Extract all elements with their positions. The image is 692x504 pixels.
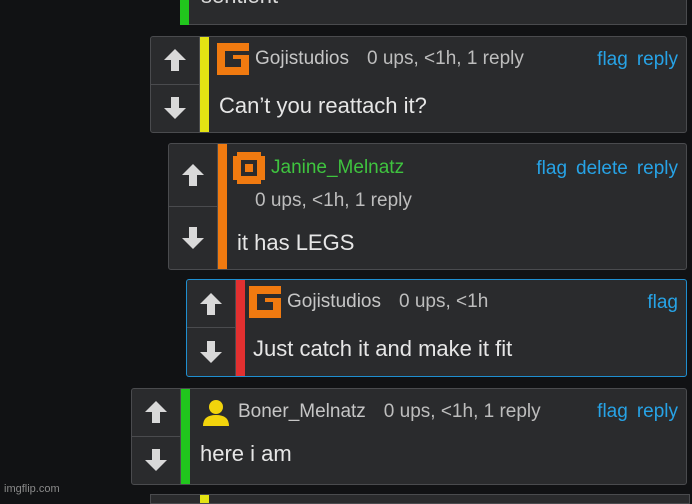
comment-depth-bar [236,280,245,376]
comment: Gojistudios 0 ups, <1h, 1 reply flag rep… [150,36,687,133]
orange-g-avatar[interactable] [217,43,249,75]
reply-link[interactable]: reply [637,401,678,423]
flag-link[interactable]: flag [536,158,567,180]
comment-text: here i am [200,441,292,466]
username-link[interactable]: Gojistudios [287,291,381,313]
downvote-button[interactable] [169,207,217,270]
arrow-down-icon [164,97,186,120]
vote-box [132,389,181,484]
vote-box [187,280,236,376]
flag-link[interactable]: flag [597,401,628,423]
reply-link[interactable]: reply [637,49,678,71]
downvote-button[interactable] [132,437,180,485]
comment-text: Just catch it and make it fit [253,336,513,361]
comment-meta: 0 ups, <1h, 1 reply [255,190,412,211]
comment-highlighted: Gojistudios 0 ups, <1h flag Just catch i… [186,279,687,377]
partial-comment-bottom [150,494,690,504]
username-link[interactable]: Janine_Melnatz [271,157,404,179]
arrow-down-icon [182,226,204,249]
username-link[interactable]: Boner_Melnatz [238,401,366,423]
comment-depth-bar [218,144,227,269]
orange-g-avatar[interactable] [249,286,281,318]
flag-link[interactable]: flag [647,292,678,314]
delete-link[interactable]: delete [576,158,628,180]
comment-meta: 0 ups, <1h, 1 reply [383,401,541,422]
upvote-button[interactable] [132,389,180,437]
comment-depth-bar [180,0,189,25]
arrow-down-icon [200,341,222,363]
arrow-down-icon [145,449,167,472]
yellow-user-avatar[interactable] [200,396,232,428]
comment-text: it has LEGS [237,230,355,255]
flag-link[interactable]: flag [597,49,628,71]
watermark: imgflip.com [4,483,60,495]
arrow-up-icon [200,292,222,315]
arrow-up-icon [164,49,186,72]
upvote-button[interactable] [151,37,199,85]
comment-text: sentient [201,0,278,9]
arrow-up-icon [182,163,204,186]
username-link[interactable]: Gojistudios [255,48,349,70]
orange-square-avatar[interactable] [233,152,265,184]
arrow-up-icon [145,401,167,424]
upvote-button[interactable] [187,280,235,328]
vote-box [169,144,218,269]
comment-meta: 0 ups, <1h, 1 reply [367,48,524,69]
comment-depth-bar [200,495,209,503]
vote-box [151,37,200,132]
comment: Janine_Melnatz 0 ups, <1h, 1 reply flag … [168,143,687,270]
comment-meta: 0 ups, <1h [399,291,489,312]
upvote-button[interactable] [169,144,217,207]
reply-link[interactable]: reply [637,158,678,180]
downvote-button[interactable] [187,328,235,376]
downvote-button[interactable] [151,85,199,133]
comment-box: sentient [189,0,687,25]
comment-text: Can’t you reattach it? [219,93,427,118]
comment: Boner_Melnatz 0 ups, <1h, 1 reply flag r… [131,388,687,485]
comment-depth-bar [200,37,209,132]
comment-depth-bar [181,389,190,484]
